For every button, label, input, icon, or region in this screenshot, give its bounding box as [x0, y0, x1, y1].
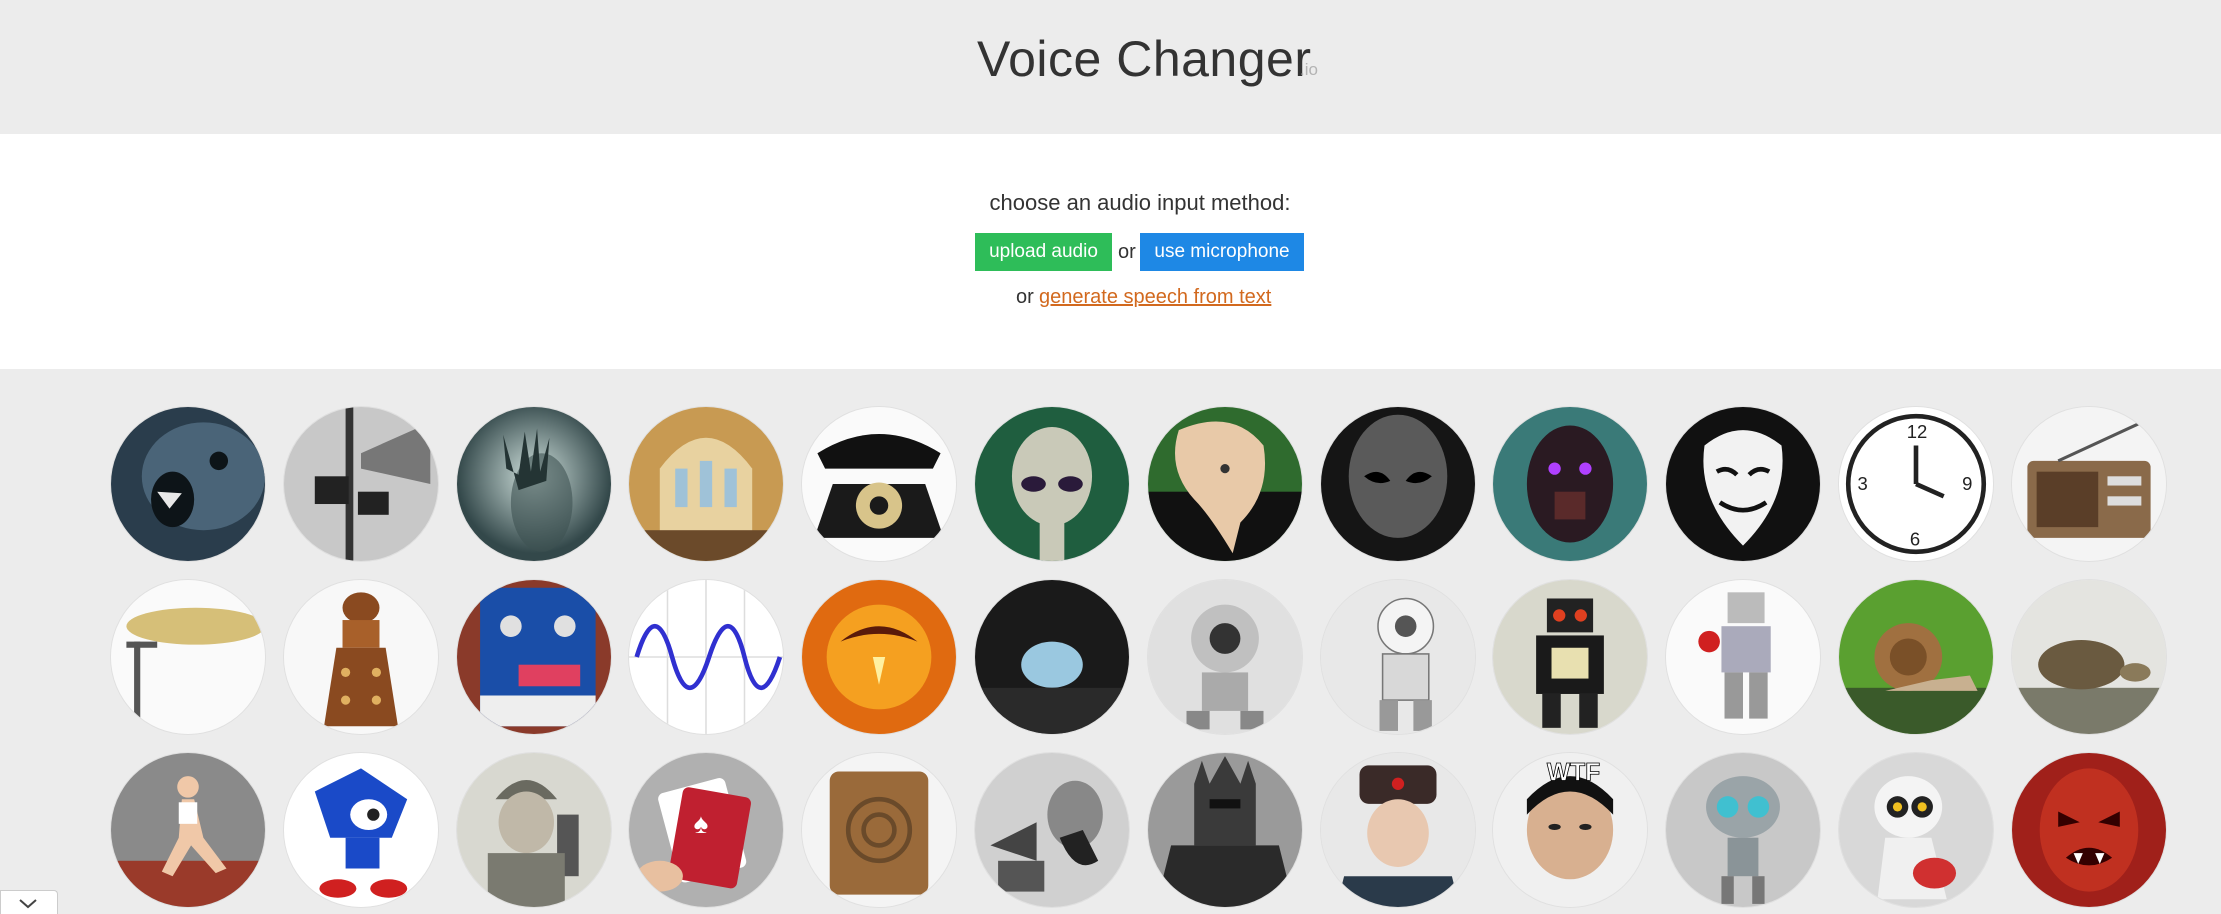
- toy-robot-icon[interactable]: [1493, 580, 1647, 734]
- input-prompt: choose an audio input method:: [989, 190, 1291, 215]
- voice-grid: 12 9 3 6 ♠ WTF: [0, 369, 2221, 914]
- fire-demon-icon[interactable]: [802, 580, 956, 734]
- robot-eye-icon[interactable]: [1148, 580, 1302, 734]
- title-suffix: .io: [1300, 60, 1318, 79]
- chevron-down-icon: [19, 899, 37, 909]
- svg-text:WTF: WTF: [1547, 760, 1600, 787]
- collapse-toggle[interactable]: [0, 890, 58, 914]
- cyber-robot-icon[interactable]: [1493, 407, 1647, 561]
- svg-text:3: 3: [1857, 473, 1867, 494]
- radio-icon[interactable]: [2012, 407, 2166, 561]
- or-text-2: or: [1016, 286, 1034, 308]
- lego-robot-icon[interactable]: [1666, 580, 1820, 734]
- page-title: Voice Changer: [977, 31, 1312, 87]
- site-header: Voice Changer .io: [0, 0, 2221, 134]
- use-microphone-button[interactable]: use microphone: [1140, 233, 1304, 271]
- wooden-speaker-icon[interactable]: [802, 753, 956, 907]
- svg-text:♠: ♠: [694, 808, 709, 839]
- cathedral-icon[interactable]: [629, 407, 783, 561]
- white-robot-icon[interactable]: [1321, 580, 1475, 734]
- anonymous-mask-icon[interactable]: [1666, 407, 1820, 561]
- svg-text:9: 9: [1962, 473, 1972, 494]
- svg-text:12: 12: [1907, 421, 1928, 442]
- gramophone-man-icon[interactable]: [975, 753, 1129, 907]
- or-text: or: [1118, 241, 1136, 263]
- runner-icon[interactable]: [111, 753, 265, 907]
- soldier-radio-icon[interactable]: [457, 753, 611, 907]
- snail-icon[interactable]: [1839, 580, 1993, 734]
- ogre-face-icon[interactable]: [111, 407, 265, 561]
- gir-robot-icon[interactable]: [1666, 753, 1820, 907]
- effects-pedal-icon[interactable]: [457, 580, 611, 734]
- sonic-icon[interactable]: [284, 753, 438, 907]
- rotary-phone-icon[interactable]: [802, 407, 956, 561]
- megaphone-icon[interactable]: [284, 407, 438, 561]
- wtf-meme-icon[interactable]: WTF: [1493, 753, 1647, 907]
- soviet-officer-icon[interactable]: [1321, 753, 1475, 907]
- melting-clock-icon[interactable]: [1148, 407, 1302, 561]
- playing-cards-icon[interactable]: ♠: [629, 753, 783, 907]
- dark-knight-icon[interactable]: [1148, 753, 1302, 907]
- sine-wave-icon[interactable]: [629, 580, 783, 734]
- svg-text:6: 6: [1910, 529, 1920, 550]
- ghost-hand-icon[interactable]: [457, 407, 611, 561]
- generate-speech-link[interactable]: generate speech from text: [1039, 286, 1271, 309]
- alien-icon[interactable]: [975, 407, 1129, 561]
- dalek-icon[interactable]: [284, 580, 438, 734]
- red-devil-icon[interactable]: [2012, 753, 2166, 907]
- audio-input-panel: choose an audio input method: upload aud…: [0, 134, 2221, 369]
- upload-audio-button[interactable]: upload audio: [975, 233, 1112, 271]
- kirobo-robot-icon[interactable]: [1839, 753, 1993, 907]
- dark-alien-icon[interactable]: [1321, 407, 1475, 561]
- tortoise-icon[interactable]: [2012, 580, 2166, 734]
- cymbal-icon[interactable]: [111, 580, 265, 734]
- cave-icon[interactable]: [975, 580, 1129, 734]
- reverse-clock-icon[interactable]: 12 9 3 6: [1839, 407, 1993, 561]
